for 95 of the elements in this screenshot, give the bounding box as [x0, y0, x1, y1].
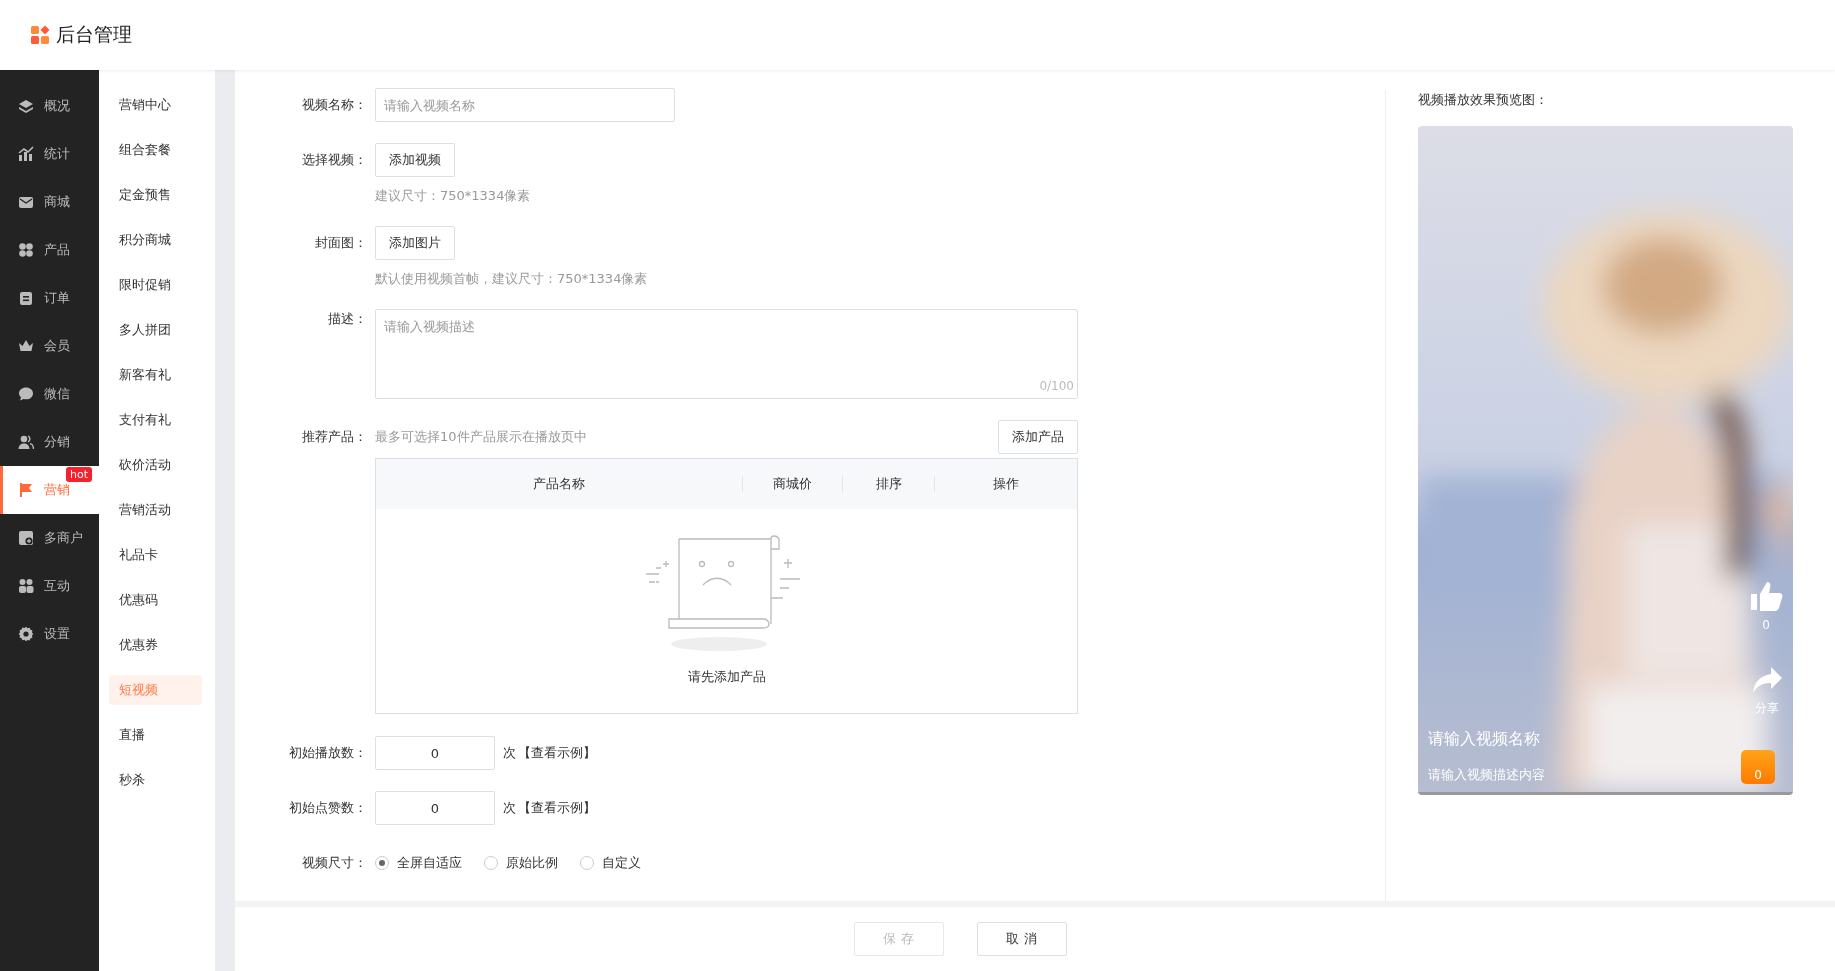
field-label: 封面图：	[314, 234, 368, 252]
add-image-button[interactable]: 添加图片	[375, 226, 455, 260]
option-label: 自定义	[602, 854, 641, 872]
column-header: 操作	[992, 476, 1020, 492]
preview-title: 视频播放效果预览图：	[1418, 91, 1549, 109]
cover-hint: 默认使用视频首帧，建议尺寸：750*1334像素	[375, 270, 648, 288]
layers-icon	[18, 98, 34, 114]
submenu-item[interactable]: 限时促销	[109, 269, 202, 300]
submenu-item[interactable]: 定金预售	[109, 179, 202, 210]
nav-label: 产品	[44, 241, 70, 259]
play-count-field[interactable]: 0	[375, 736, 495, 770]
store-icon	[18, 530, 34, 546]
submenu-item[interactable]: 直播	[109, 719, 202, 750]
nav-item[interactable]: 微信	[0, 370, 99, 418]
add-video-button[interactable]: 添加视频	[375, 143, 455, 177]
nav-label: 互动	[44, 577, 70, 595]
video-description: 请输入视频描述内容	[1428, 766, 1545, 784]
thumbs-up-icon[interactable]	[1749, 580, 1783, 612]
size-hint: 建议尺寸：750*1334像素	[375, 187, 531, 205]
clipboard-icon	[18, 290, 34, 306]
app-title: 后台管理	[56, 22, 132, 47]
field-label: 初始播放数：	[288, 744, 368, 762]
nav-label: 多商户	[44, 529, 83, 547]
submenu-item[interactable]: 营销中心	[109, 89, 202, 120]
empty-message: 请先添加产品	[687, 668, 766, 686]
field-label: 推荐产品：	[301, 428, 368, 446]
field-label: 选择视频：	[301, 151, 368, 169]
size-option[interactable]: 原始比例	[484, 846, 558, 880]
field-label: 视频尺寸：	[301, 854, 368, 872]
nav-item[interactable]: 会员	[0, 322, 99, 370]
users-icon	[18, 434, 34, 450]
submenu-item[interactable]: 多人拼团	[109, 314, 202, 345]
people-icon	[18, 578, 34, 594]
column-header: 排序	[843, 476, 935, 492]
field-label: 描述：	[327, 310, 368, 328]
products-hint: 最多可选择10件产品展示在播放页中	[375, 428, 587, 446]
nav-label: 营销	[44, 481, 70, 499]
nav-item[interactable]: 分销	[0, 418, 99, 466]
nav-item[interactable]: 设置	[0, 610, 99, 658]
settings-icon	[18, 626, 34, 642]
video-title: 请输入视频名称	[1428, 729, 1540, 750]
nav-label: 微信	[44, 385, 70, 403]
nav-label: 设置	[44, 625, 70, 643]
submenu-item[interactable]: 组合套餐	[109, 134, 202, 165]
nav-label: 订单	[44, 289, 70, 307]
nav-item[interactable]: 统计	[0, 130, 99, 178]
size-option[interactable]: 自定义	[580, 846, 641, 880]
column-header: 商城价	[743, 476, 843, 492]
field-label: 初始点赞数：	[288, 799, 368, 817]
char-counter: 0/100	[1039, 379, 1074, 393]
add-product-button[interactable]: 添加产品	[998, 420, 1078, 454]
example-link[interactable]: 【查看示例】	[518, 736, 596, 770]
option-label: 全屏自适应	[397, 854, 462, 872]
field-label: 视频名称：	[301, 96, 368, 114]
unit-label: 次	[503, 799, 516, 817]
hot-badge: hot	[66, 467, 92, 482]
nav-label: 分销	[44, 433, 70, 451]
column-header: 产品名称	[376, 476, 743, 492]
submenu-item[interactable]: 新客有礼	[109, 359, 202, 390]
footer-button[interactable]: 取 消	[976, 922, 1067, 956]
nav-item[interactable]: 产品	[0, 226, 99, 274]
nav-label: 商城	[44, 193, 70, 211]
size-option[interactable]: 全屏自适应	[375, 846, 462, 880]
like-count-field[interactable]: 0	[375, 791, 495, 825]
submenu-item[interactable]: 积分商城	[109, 224, 202, 255]
logo-icon	[30, 25, 50, 45]
chat-icon	[18, 386, 34, 402]
submenu-item[interactable]: 砍价活动	[109, 449, 202, 480]
submenu-item[interactable]: 秒杀	[109, 764, 202, 795]
nav-item[interactable]: 订单	[0, 274, 99, 322]
nav-label: 统计	[44, 145, 70, 163]
submenu-item[interactable]: 支付有礼	[109, 404, 202, 435]
option-label: 原始比例	[506, 854, 558, 872]
unit-label: 次	[503, 744, 516, 762]
crown-icon	[18, 338, 34, 354]
like-count: 0	[1762, 618, 1770, 632]
nav-label: 概况	[44, 97, 70, 115]
nav-item[interactable]: 商城	[0, 178, 99, 226]
submenu-item[interactable]: 营销活动	[109, 494, 202, 525]
nav-label: 会员	[44, 337, 70, 355]
example-link[interactable]: 【查看示例】	[518, 791, 596, 825]
submenu-item[interactable]: 礼品卡	[109, 539, 202, 570]
submenu-item[interactable]: 优惠券	[109, 629, 202, 660]
share-icon[interactable]	[1751, 666, 1783, 694]
nav-item[interactable]: 营销 hot	[0, 466, 99, 514]
video-name-field[interactable]: 请输入视频名称	[375, 88, 675, 122]
cart-count: 0	[1754, 768, 1762, 782]
grid-icon	[18, 242, 34, 258]
envelope-icon	[18, 194, 34, 210]
chart-icon	[18, 146, 34, 162]
nav-item[interactable]: 概况	[0, 82, 99, 130]
nav-item[interactable]: 互动	[0, 562, 99, 610]
flag-icon	[18, 482, 34, 498]
submenu-item[interactable]: 优惠码	[109, 584, 202, 615]
nav-item[interactable]: 多商户	[0, 514, 99, 562]
